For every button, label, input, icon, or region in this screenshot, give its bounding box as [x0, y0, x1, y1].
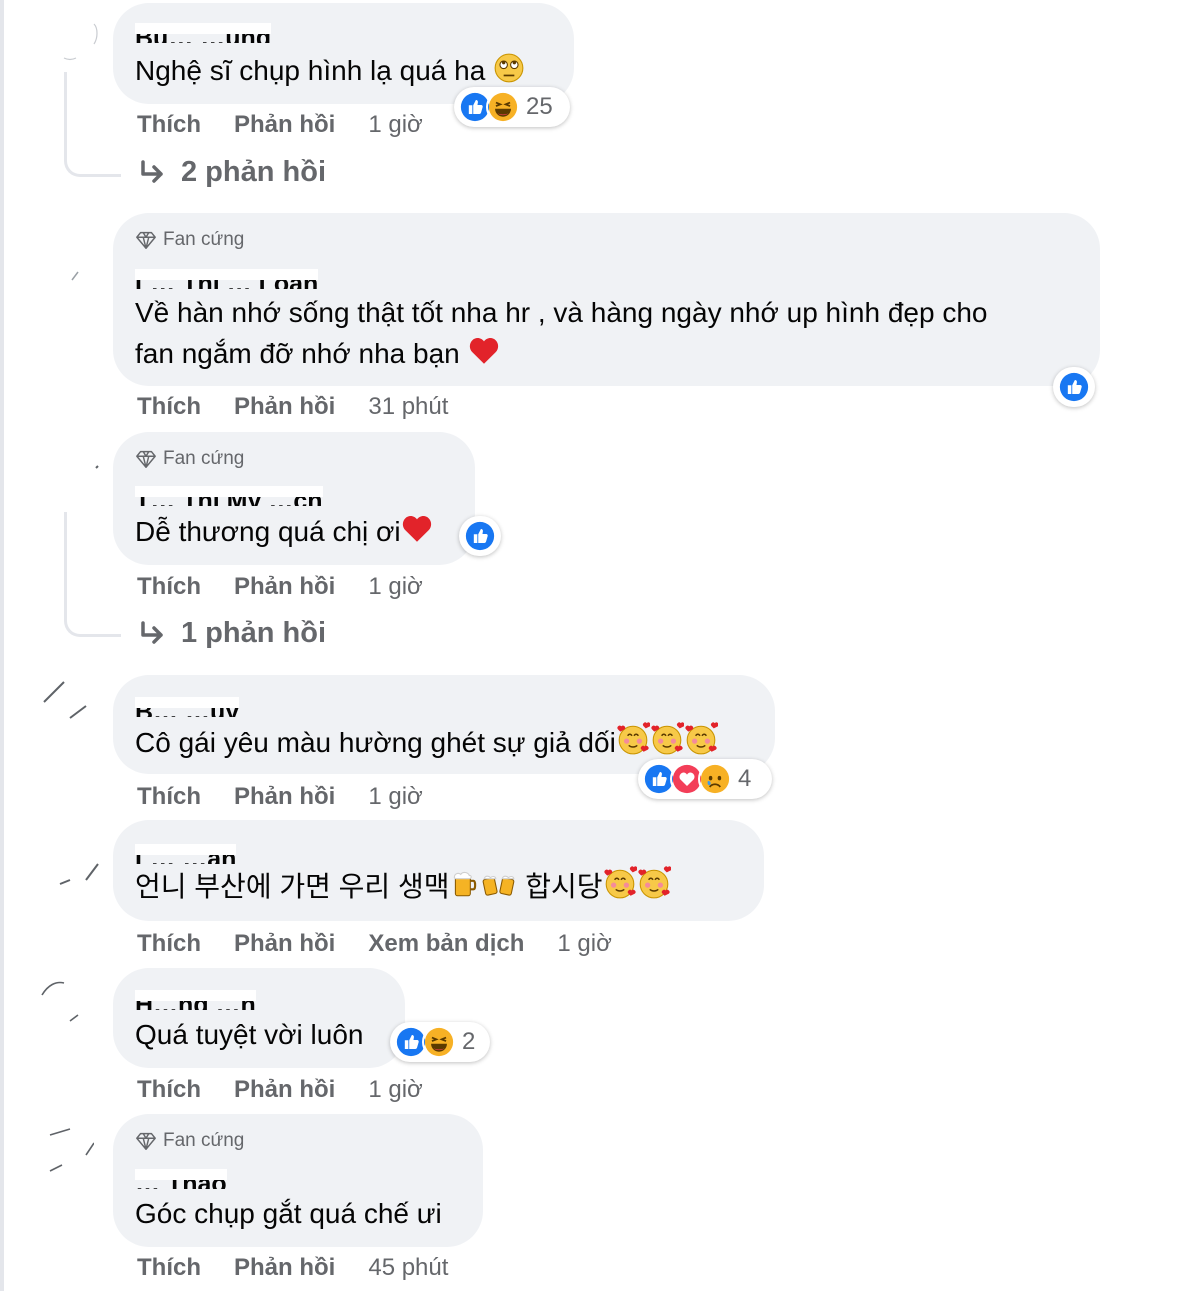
like-button[interactable]: Thích — [137, 573, 201, 601]
avatar[interactable] — [56, 840, 104, 888]
reply-arrow-icon — [137, 619, 167, 649]
avatar[interactable] — [40, 678, 88, 726]
fan-badge: Fan cứng — [135, 229, 244, 251]
reply-arrow-icon — [137, 158, 167, 188]
view-replies-link[interactable]: 1 phản hồi — [137, 617, 326, 650]
smiling-face-with-hearts-icon — [684, 722, 718, 756]
reaction-count: 25 — [526, 93, 553, 120]
reaction-count: 2 — [462, 1028, 476, 1055]
reply-button[interactable]: Phản hồi — [234, 393, 335, 421]
diamond-icon — [135, 448, 157, 470]
comment-text: Góc chụp gắt quá chế ưi — [135, 1198, 442, 1229]
fan-badge: Fan cứng — [135, 1130, 244, 1152]
smiling-face-with-hearts-icon — [603, 866, 637, 900]
comment-text: Dễ thương quá chị ơi — [135, 511, 433, 552]
reaction-summary[interactable]: 25 — [454, 87, 570, 127]
timestamp[interactable]: 1 giờ — [368, 1076, 422, 1104]
comment-bubble: Fan cứng T… Thị My …ch Dễ thương quá chị… — [113, 432, 475, 565]
comment-actions: Thích Phản hồi 1 giờ — [137, 1076, 423, 1104]
avatar[interactable] — [40, 975, 88, 1023]
timestamp[interactable]: 45 phút — [368, 1254, 448, 1282]
like-button[interactable]: Thích — [137, 783, 201, 811]
comment-text: Về hàn nhớ sống thật tốt nha hr , và hàn… — [135, 297, 988, 369]
comment-bubble: Fan cứng L… Thị … Loan Về hàn nhớ sống t… — [113, 213, 1100, 386]
comment-text: Nghệ sĩ chụp hình lạ quá ha — [135, 50, 525, 91]
view-replies-link[interactable]: 2 phản hồi — [137, 156, 326, 189]
see-translation-button[interactable]: Xem bản dịch — [368, 930, 524, 958]
reply-button[interactable]: Phản hồi — [234, 783, 335, 811]
like-reaction-icon — [1057, 370, 1091, 404]
commenter-name[interactable]: T… Thị My …ch — [135, 486, 323, 506]
avatar[interactable] — [46, 1125, 94, 1173]
comment-text: 언니 부산에 가면 우리 생맥 합시당 — [135, 866, 671, 907]
comment-actions: Thích Phản hồi 1 giờ — [137, 573, 423, 601]
timestamp[interactable]: 1 giờ — [368, 111, 422, 139]
diamond-icon — [135, 229, 157, 251]
like-reaction-icon — [463, 519, 497, 553]
avatar[interactable] — [56, 236, 104, 284]
comment-bubble: Fan cứng … Thảo Góc chụp gắt quá chế ưi — [113, 1114, 483, 1247]
left-border — [0, 0, 4, 1291]
fan-badge: Fan cứng — [135, 448, 244, 470]
reaction-summary[interactable] — [1053, 367, 1095, 407]
like-button[interactable]: Thích — [137, 393, 201, 421]
comment-actions: Thích Phản hồi 45 phút — [137, 1254, 448, 1282]
reaction-count: 4 — [738, 765, 752, 792]
reply-button[interactable]: Phản hồi — [234, 573, 335, 601]
sad-reaction-icon — [698, 762, 732, 796]
beer-mug-emoji-icon — [449, 868, 481, 900]
comment-text: Cô gái yêu màu hường ghét sự giả dối — [135, 722, 718, 763]
comment-bubble: L… …an 언니 부산에 가면 우리 생맥 합시당 — [113, 820, 764, 921]
reply-button[interactable]: Phản hồi — [234, 1076, 335, 1104]
reply-button[interactable]: Phản hồi — [234, 111, 335, 139]
like-button[interactable]: Thích — [137, 1076, 201, 1104]
commenter-name[interactable]: Bu… …ung — [135, 23, 272, 43]
avatar[interactable] — [56, 454, 104, 502]
reaction-summary[interactable] — [459, 516, 501, 556]
comment-actions: Thích Phản hồi 31 phút — [137, 393, 448, 421]
red-heart-emoji-icon — [401, 513, 433, 545]
like-button[interactable]: Thích — [137, 1254, 201, 1282]
comment-actions: Thích Phản hồi 1 giờ — [137, 111, 423, 139]
reaction-summary[interactable]: 4 — [638, 759, 772, 799]
smiling-face-with-hearts-icon — [637, 866, 671, 900]
red-heart-emoji-icon — [468, 335, 500, 367]
commenter-name[interactable]: L… Thị … Loan — [135, 269, 319, 289]
reaction-summary[interactable]: 2 — [390, 1022, 490, 1062]
comment-actions: Thích Phản hồi 1 giờ — [137, 783, 423, 811]
like-button[interactable]: Thích — [137, 111, 201, 139]
haha-reaction-icon — [422, 1025, 456, 1059]
diamond-icon — [135, 1130, 157, 1152]
timestamp[interactable]: 1 giờ — [557, 930, 611, 958]
commenter-name[interactable]: … Thảo — [135, 1169, 227, 1189]
commenter-name[interactable]: H…ng …n — [135, 990, 256, 1010]
smiling-face-with-hearts-icon — [616, 722, 650, 756]
clinking-beer-mugs-emoji-icon — [481, 868, 517, 900]
comment-actions: Thích Phản hồi Xem bản dịch 1 giờ — [137, 930, 612, 958]
timestamp[interactable]: 31 phút — [368, 393, 448, 421]
comment-text: Quá tuyệt vời luôn — [135, 1019, 364, 1050]
haha-reaction-icon — [486, 90, 520, 124]
commenter-name[interactable]: L… …an — [135, 844, 237, 864]
reply-button[interactable]: Phản hồi — [234, 930, 335, 958]
thread-line — [64, 72, 121, 177]
like-button[interactable]: Thích — [137, 930, 201, 958]
timestamp[interactable]: 1 giờ — [368, 783, 422, 811]
comment-bubble: H…ng …n Quá tuyệt vời luôn — [113, 968, 405, 1068]
commenter-name[interactable]: B… …uy — [135, 697, 240, 717]
smiling-face-with-hearts-icon — [650, 722, 684, 756]
timestamp[interactable]: 1 giờ — [368, 573, 422, 601]
reply-button[interactable]: Phản hồi — [234, 1254, 335, 1282]
eye-roll-emoji-icon — [493, 52, 525, 84]
avatar[interactable] — [56, 14, 104, 62]
